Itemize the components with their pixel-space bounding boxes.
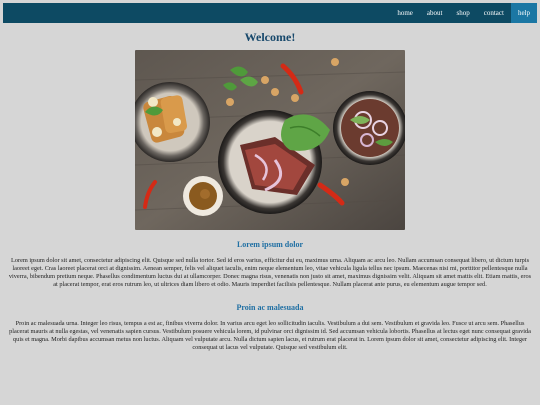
section-heading-lorem: Lorem ipsum dolor <box>236 240 304 249</box>
nav-shop-link[interactable]: shop <box>449 3 476 23</box>
hero-image <box>135 50 405 230</box>
food-photo-icon <box>135 50 405 230</box>
nav-help-link[interactable]: help <box>510 3 537 23</box>
section-heading-proin: Proin ac malesuada <box>236 303 304 312</box>
nav-contact-link[interactable]: contact <box>477 3 511 23</box>
nav-home-link[interactable]: home <box>390 3 420 23</box>
nav-about-link[interactable]: about <box>420 3 450 23</box>
top-navbar: home about shop contact help <box>3 3 537 23</box>
page-title: Welcome! <box>244 30 296 44</box>
nav-menu: home about shop contact help <box>390 3 537 23</box>
section-body-proin: Proin ac malesuada urna. Integer leo ris… <box>9 320 531 351</box>
section-body-lorem: Lorem ipsum dolor sit amet, consectetur … <box>8 257 532 288</box>
